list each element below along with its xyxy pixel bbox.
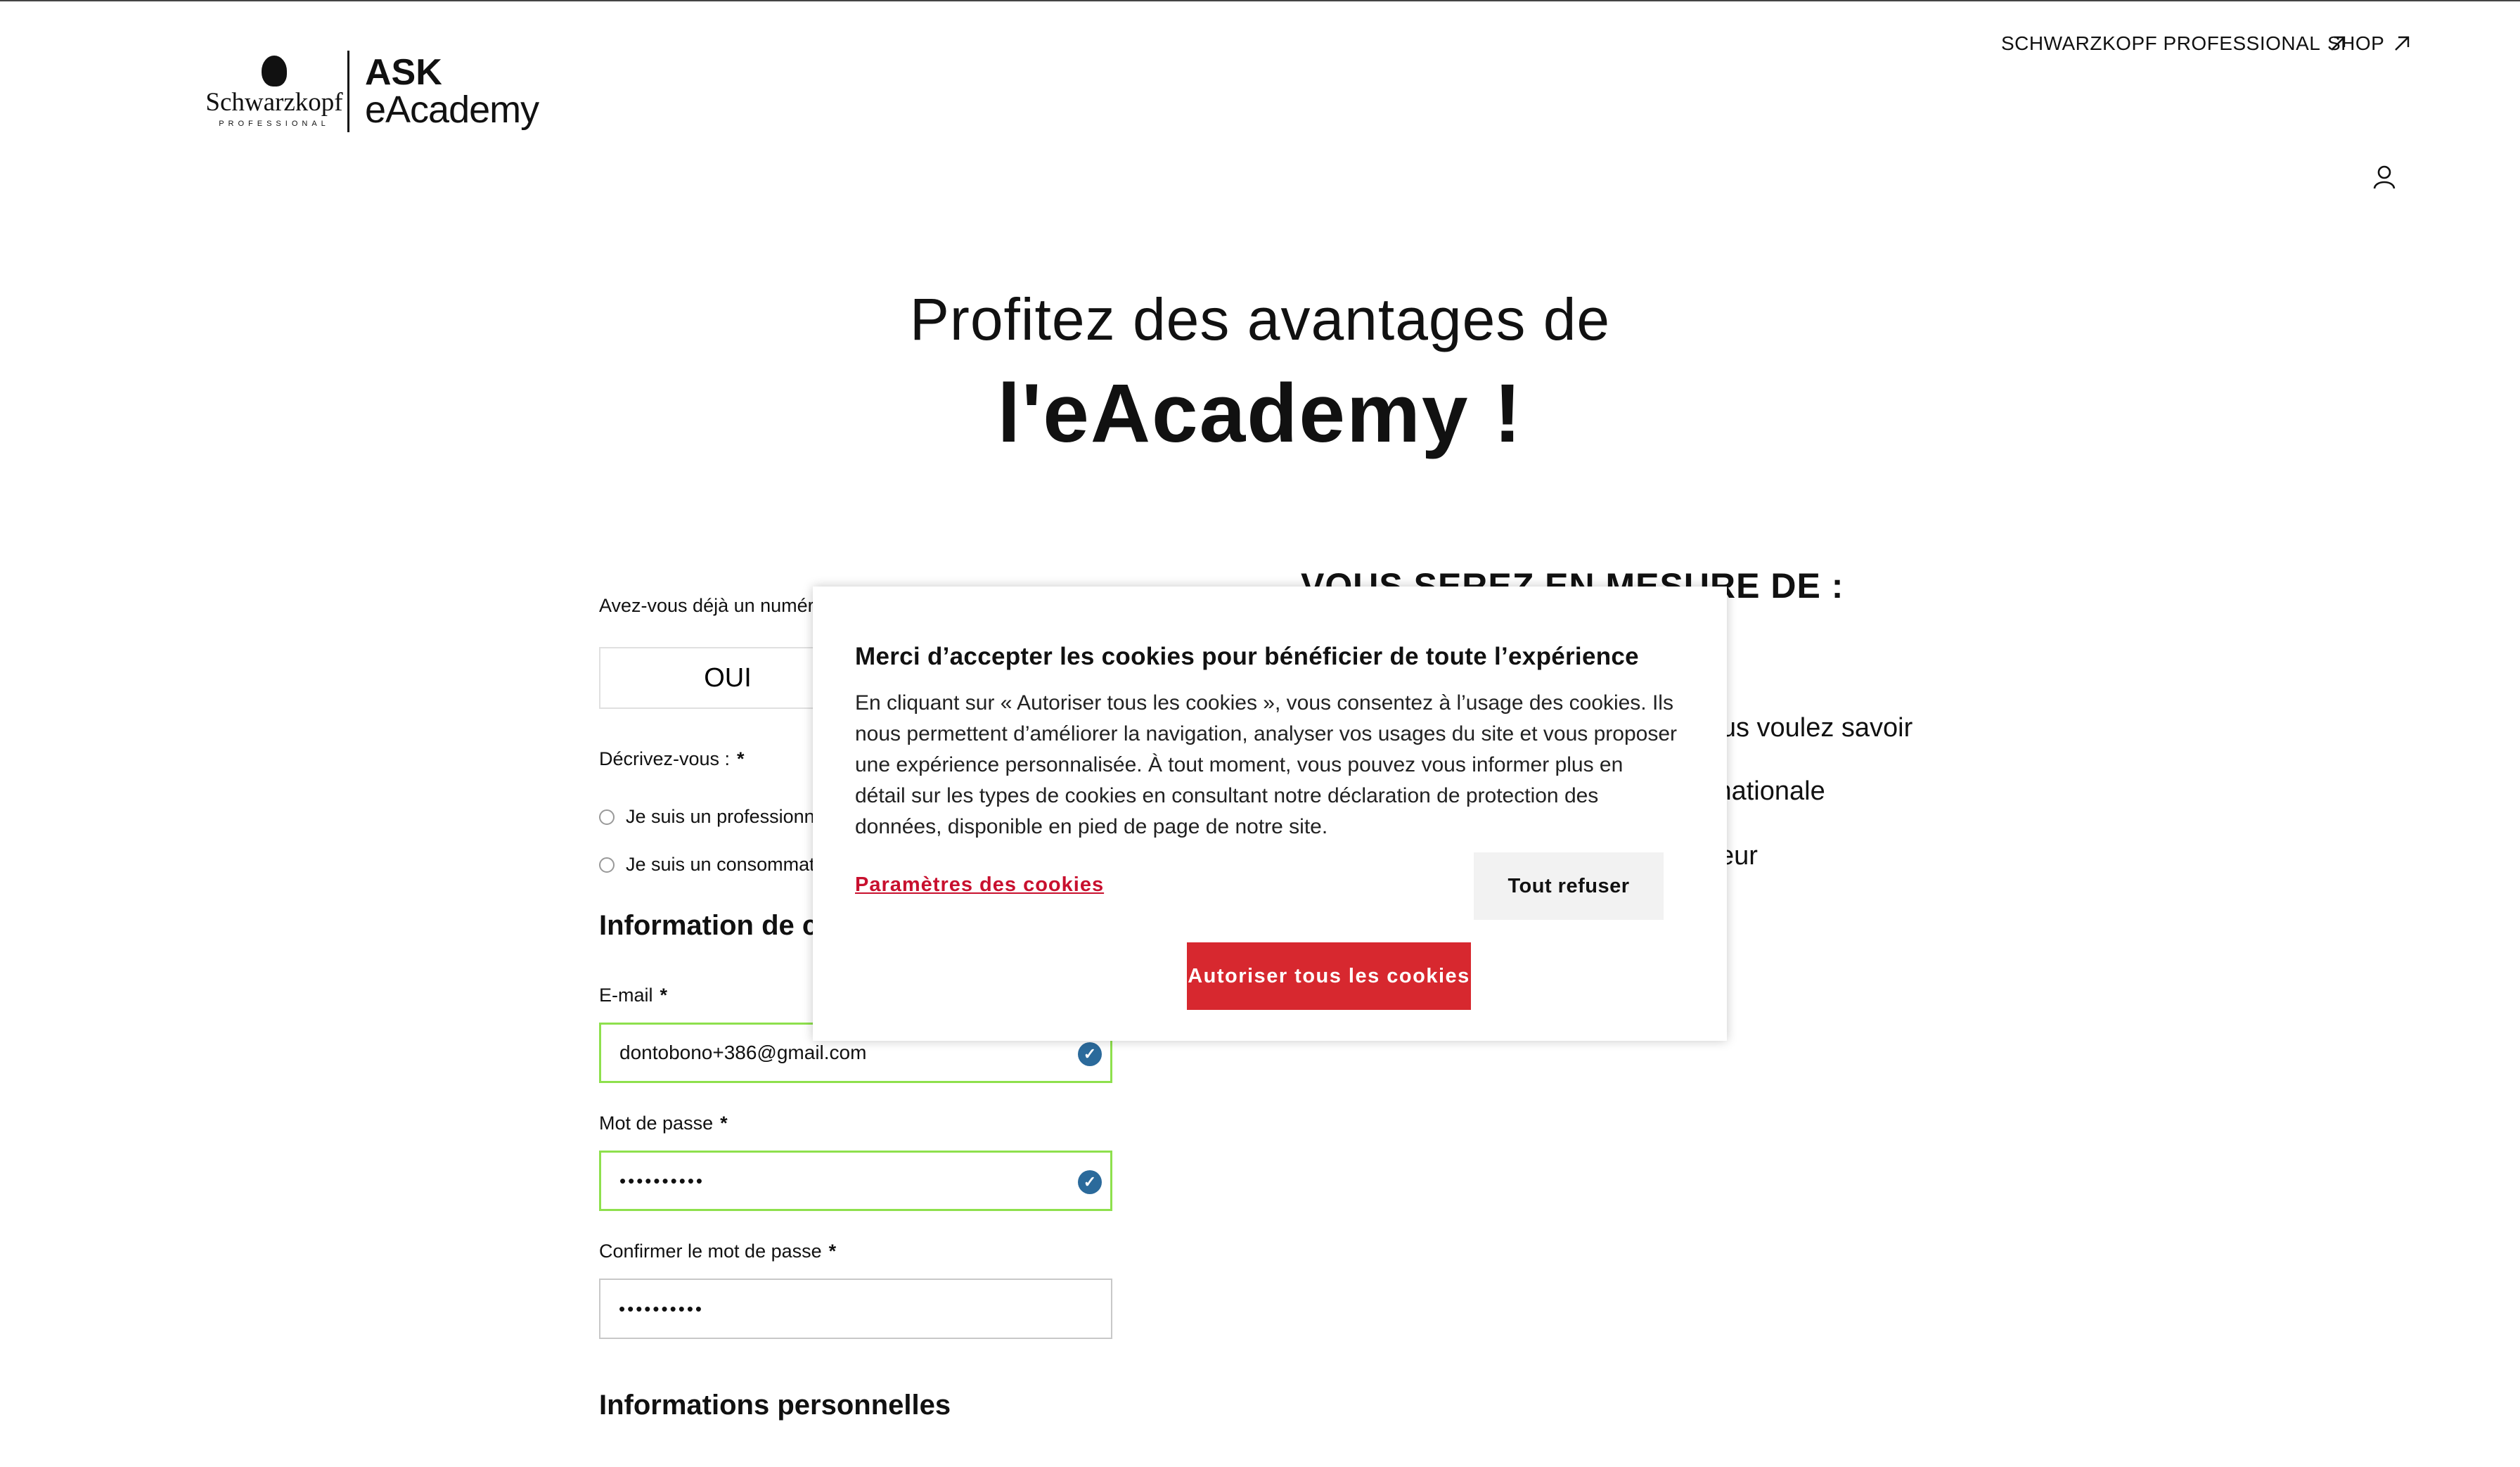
required-mark: * [828,1241,837,1262]
confirm-password-value: •••••••••• [619,1298,705,1319]
external-arrow-icon [2395,36,2410,51]
confirm-password-label-text: Confirmer le mot de passe [599,1241,822,1262]
schwarzkopf-professional-link[interactable]: SCHWARZKOPF PROFESSIONAL [2001,32,2348,55]
describe-label: Décrivez-vous : * [599,748,745,770]
ask-eacademy-wordmark: ASK eAcademy [365,54,539,129]
confirm-password-label: Confirmer le mot de passe * [599,1241,836,1262]
brand-name: Schwarzkopf [205,87,343,117]
logo-ask: ASK [365,52,442,93]
required-mark: * [737,748,745,769]
password-value: •••••••••• [619,1170,705,1191]
password-label-text: Mot de passe [599,1113,714,1134]
password-field[interactable]: •••••••••• ✓ [599,1151,1112,1211]
logo-divider [347,51,349,132]
radio-consumer[interactable]: Je suis un consommateur [599,854,842,876]
radio-circle[interactable] [599,857,615,873]
cookie-title: Merci d’accepter les cookies pour bénéfi… [855,643,1639,670]
password-label: Mot de passe * [599,1113,728,1134]
confirm-password-field[interactable]: •••••••••• [599,1279,1112,1339]
check-circle-icon: ✓ [1078,1042,1102,1066]
check-circle-icon: ✓ [1078,1170,1102,1194]
radio-circle[interactable] [599,809,615,825]
schwarzkopf-professional-label: SCHWARZKOPF PROFESSIONAL [2001,32,2321,54]
required-mark: * [720,1113,728,1134]
email-value: dontobono+386@gmail.com [619,1042,867,1063]
shop-link[interactable]: SHOP [2327,32,2412,55]
hero-title: l'eAcademy ! [997,367,1523,460]
logo-eacademy: eAcademy [365,89,539,131]
email-label-text: E-mail [599,985,653,1006]
describe-label-text: Décrivez-vous : [599,748,731,769]
email-label: E-mail * [599,985,667,1006]
ask-eacademy-logo[interactable]: Schwarzkopf PROFESSIONAL ASK eAcademy [205,49,539,134]
required-mark: * [660,985,668,1006]
shop-label: SHOP [2327,32,2385,54]
hero-subtitle: Profitez des avantages de [909,286,1611,352]
top-border [0,0,2520,1]
schwarzkopf-logo: Schwarzkopf PROFESSIONAL [205,55,343,128]
cookie-body: En cliquant sur « Autoriser tous les coo… [855,691,1677,838]
schwarzkopf-silhouette-icon [262,55,287,87]
radio-professional-label: Je suis un professionnel [626,806,830,827]
brand-sub: PROFESSIONAL [219,119,330,128]
personal-section-title: Informations personnelles [599,1390,951,1421]
radio-consumer-label: Je suis un consommateur [626,854,842,875]
cookie-settings-link[interactable]: Paramètres des cookies [855,873,1104,897]
user-icon[interactable] [2372,165,2396,190]
refuse-all-button[interactable]: Tout refuser [1474,852,1664,920]
accept-all-cookies-button[interactable]: Autoriser tous les cookies [1187,942,1471,1010]
cookie-consent-modal: Merci d’accepter les cookies pour bénéfi… [813,587,1727,1041]
radio-professional[interactable]: Je suis un professionnel [599,806,830,828]
